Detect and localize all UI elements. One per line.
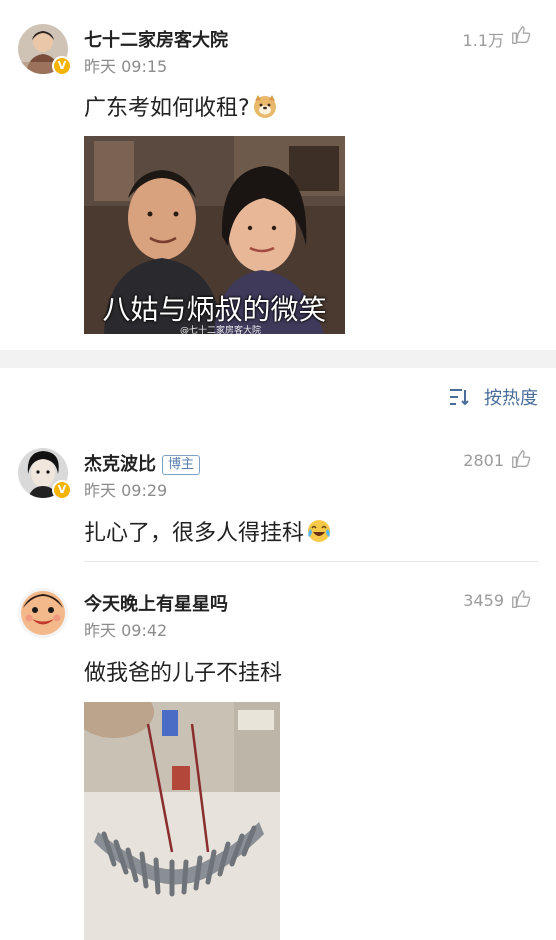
comment-like-count[interactable]: 3459 bbox=[463, 591, 504, 610]
verified-badge-icon: V bbox=[52, 480, 72, 500]
post-text-content: 广东考如何收租? bbox=[84, 96, 250, 121]
post-image-caption: 八姑与炳叔的微笑 bbox=[102, 293, 327, 326]
comment-author-avatar[interactable] bbox=[18, 588, 68, 638]
doge-emoji-icon bbox=[252, 93, 278, 125]
comment-author-name-text: 杰克波比 bbox=[84, 454, 156, 475]
comment-text: 做我爸的儿子不挂科 bbox=[84, 661, 283, 686]
comment-author-name[interactable]: 杰克波比 博主 bbox=[84, 450, 201, 476]
post-text: 广东考如何收租? bbox=[84, 90, 278, 125]
verified-badge-icon: V bbox=[52, 56, 72, 76]
section-divider bbox=[0, 350, 556, 368]
comment-item: V 杰克波比 博主 昨天 09:29 2801 扎心了，很多人得挂科 bbox=[0, 426, 556, 562]
original-post: V 七十二家房客大院 昨天 09:15 1.1万 广东考如何收租? 八姑与炳叔的… bbox=[0, 0, 556, 350]
laugh-cry-emoji-icon bbox=[306, 518, 332, 550]
post-image-watermark: @七十二家房客大院 bbox=[180, 326, 262, 334]
comment-item: 今天晚上有星星吗 昨天 09:42 3459 做我爸的儿子不挂科 bbox=[0, 562, 556, 940]
comment-author-name[interactable]: 今天晚上有星星吗 bbox=[84, 590, 228, 616]
post-time: 昨天 09:15 bbox=[84, 57, 168, 76]
sort-icon[interactable] bbox=[448, 387, 470, 407]
post-author-name[interactable]: 七十二家房客大院 bbox=[84, 26, 228, 52]
comment-text: 扎心了，很多人得挂科 bbox=[84, 515, 332, 550]
comment-time: 昨天 09:29 bbox=[84, 481, 168, 500]
thumb-up-icon[interactable] bbox=[510, 588, 532, 610]
post-like-count[interactable]: 1.1万 bbox=[463, 27, 504, 51]
comment-like-count[interactable]: 2801 bbox=[463, 451, 504, 470]
thumb-up-icon[interactable] bbox=[510, 24, 532, 46]
thumb-up-icon[interactable] bbox=[510, 448, 532, 470]
sort-by-hot-button[interactable]: 按热度 bbox=[484, 384, 538, 410]
comment-image[interactable] bbox=[84, 702, 280, 940]
comment-text-content: 扎心了，很多人得挂科 bbox=[84, 521, 305, 546]
sort-bar: 按热度 bbox=[0, 368, 556, 426]
blogger-tag: 博主 bbox=[162, 455, 201, 475]
post-image[interactable]: 八姑与炳叔的微笑 @七十二家房客大院 bbox=[84, 136, 345, 334]
comment-time: 昨天 09:42 bbox=[84, 621, 168, 640]
